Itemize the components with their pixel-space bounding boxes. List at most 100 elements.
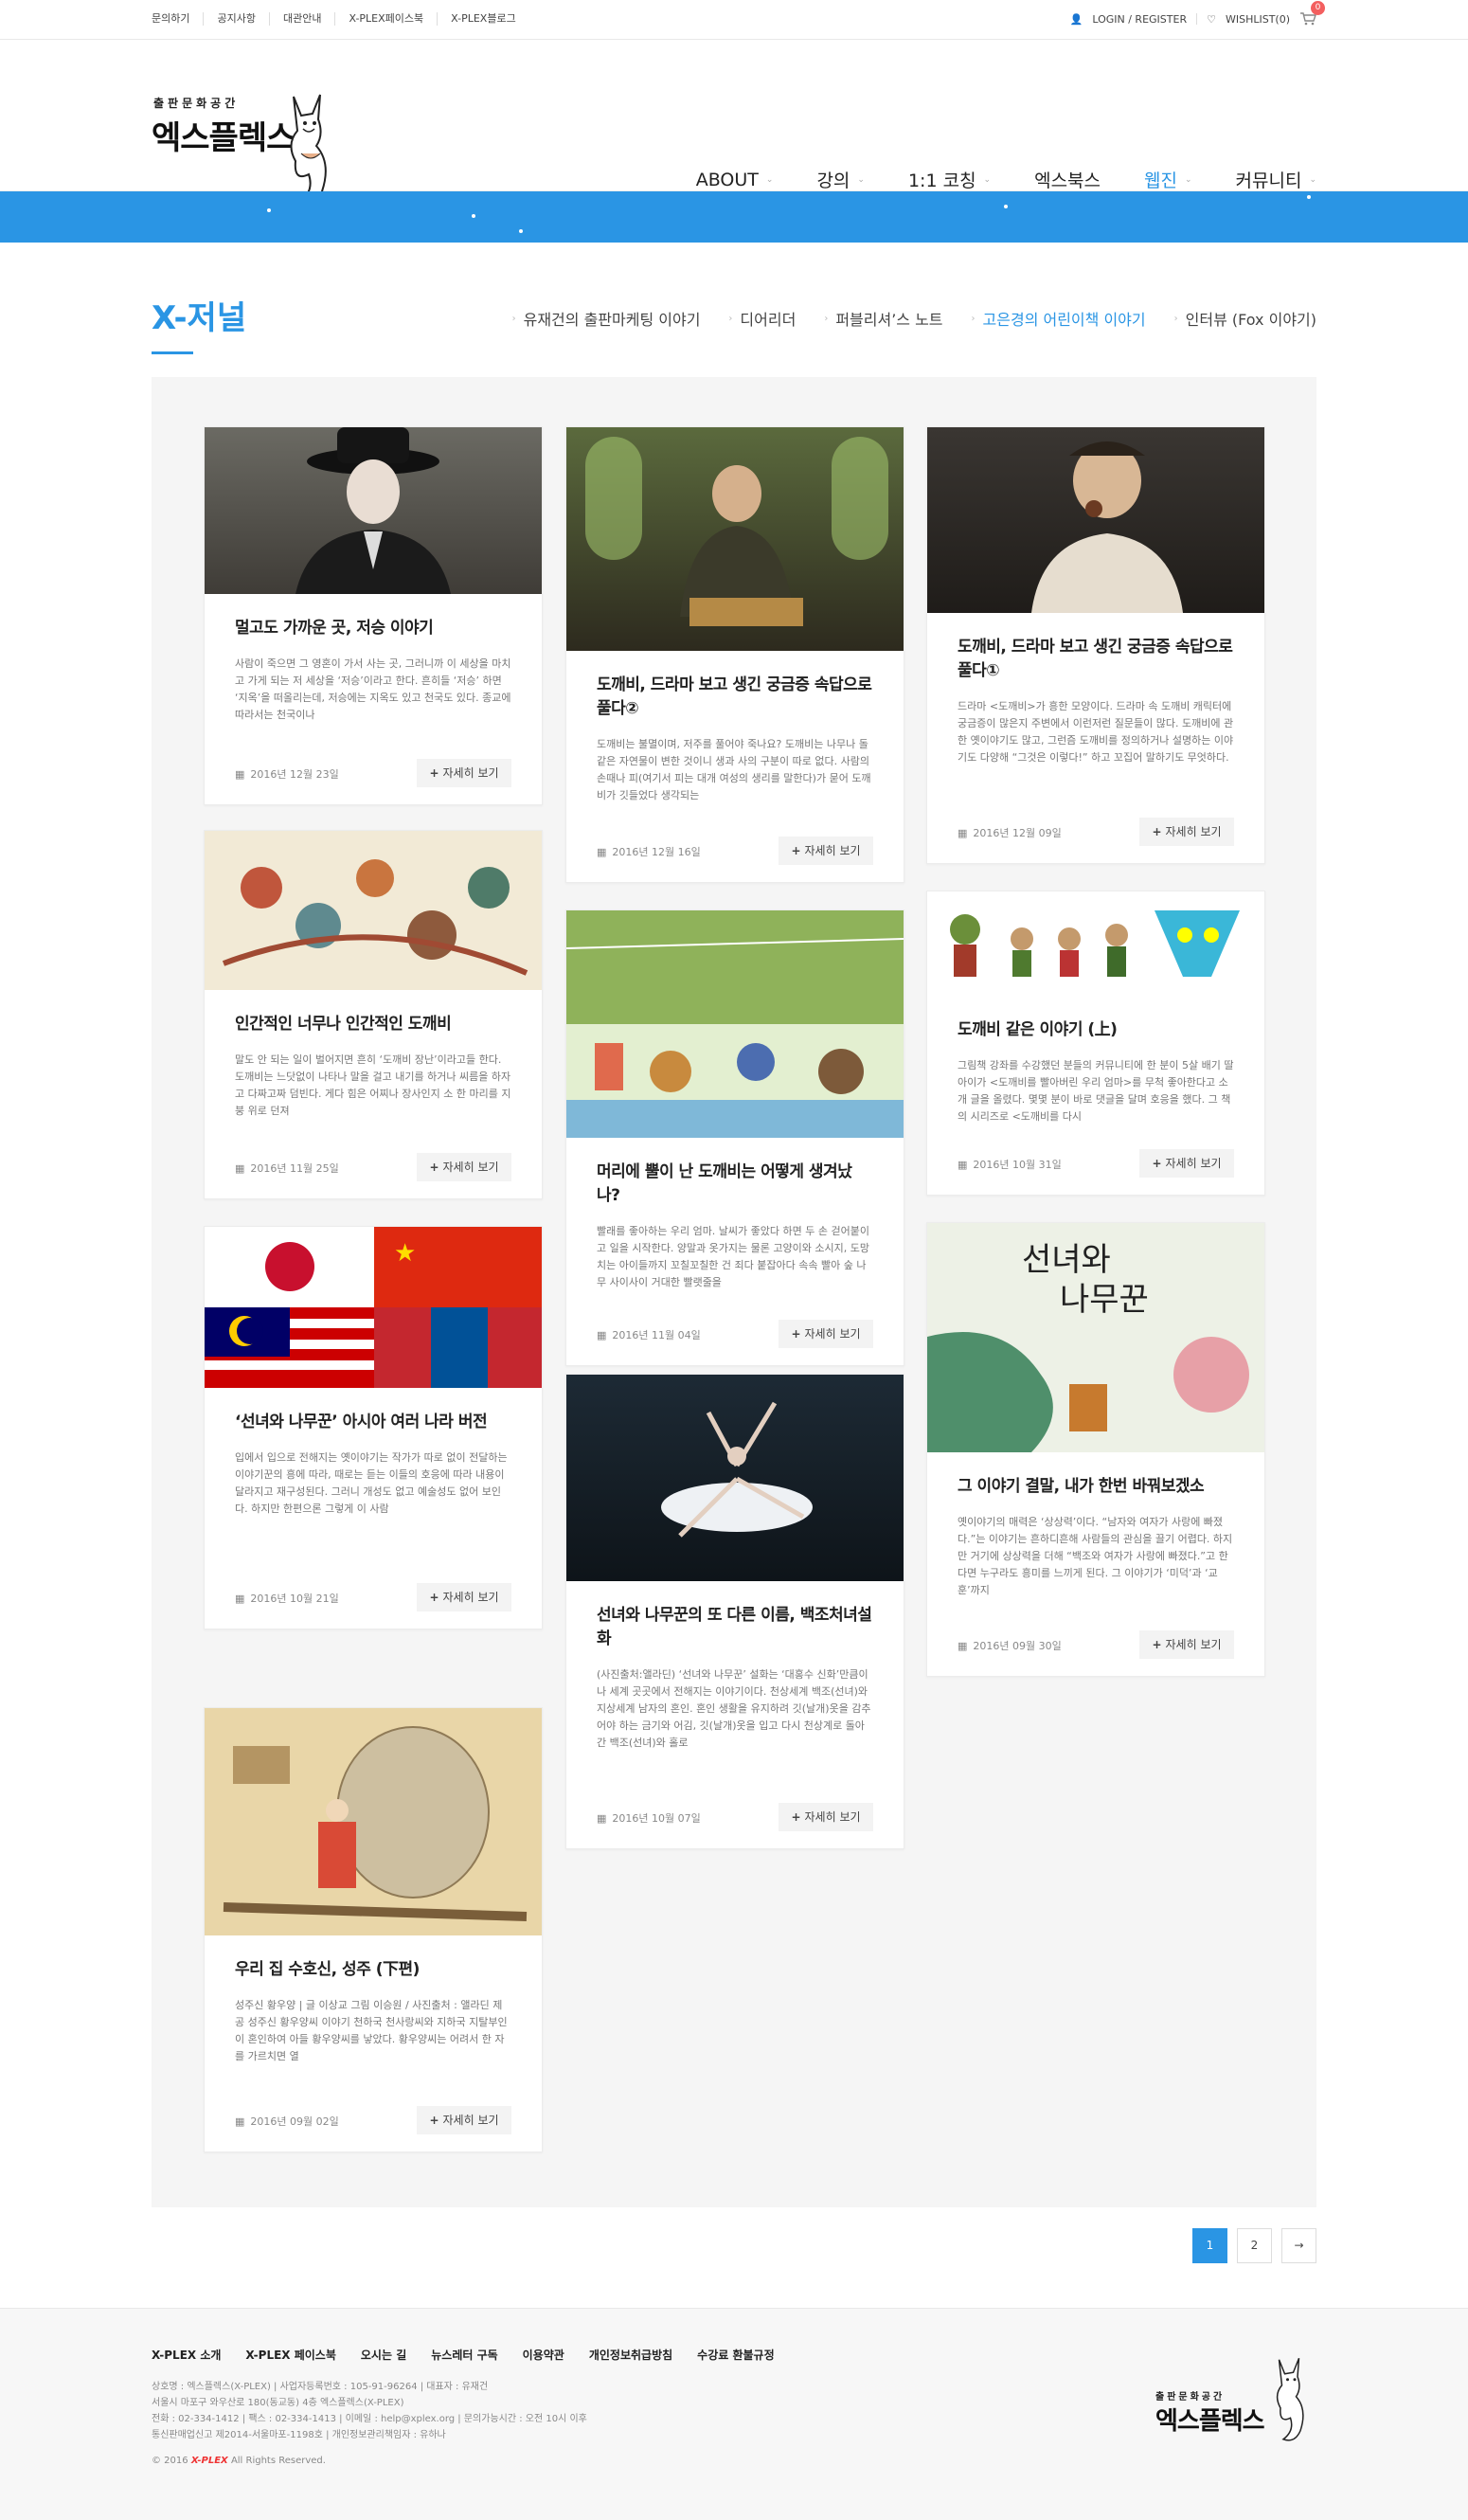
subnav-item-publishers-note[interactable]: › 퍼블리셔’스 노트 xyxy=(824,307,942,330)
nav-item-webzine[interactable]: 웹진 ⌄ xyxy=(1144,167,1192,192)
subnav-item-marketing[interactable]: › 유재건의 출판마케팅 이야기 xyxy=(512,307,701,330)
post-date-text: 2016년 12월 09일 xyxy=(973,827,1062,839)
post-card[interactable]: 멀고도 가까운 곳, 저승 이야기 사람이 죽으면 그 영혼이 가서 사는 곳,… xyxy=(204,426,543,805)
nav-item-about[interactable]: ABOUT ⌄ xyxy=(696,167,774,192)
subnav-label: 인터뷰 (Fox 이야기) xyxy=(1185,311,1316,329)
subnav-item-dear-reader[interactable]: › 디어리더 xyxy=(728,307,796,330)
utility-link-blog[interactable]: X-PLEX블로그 xyxy=(437,12,529,26)
login-register-link[interactable]: LOGIN / REGISTER xyxy=(1092,13,1187,26)
post-thumbnail xyxy=(205,1708,542,1935)
post-title[interactable]: 인간적인 너무나 인간적인 도깨비 xyxy=(235,1013,511,1036)
footer-link-facebook[interactable]: X-PLEX 페이스북 xyxy=(245,2347,335,2363)
post-title[interactable]: 머리에 뿔이 난 도깨비는 어떻게 생겨났나? xyxy=(597,1161,873,1208)
post-thumbnail xyxy=(566,427,904,651)
read-more-button[interactable]: + 자세히 보기 xyxy=(779,837,873,865)
read-more-label: 자세히 보기 xyxy=(804,1810,861,1824)
logo-tagline: 출판문화공간 xyxy=(1155,2392,1226,2403)
footer-link-terms[interactable]: 이용약관 xyxy=(523,2347,564,2363)
post-excerpt: 빨래를 좋아하는 우리 엄마. 날씨가 좋았다 하면 두 손 걷어붙이고 일을 … xyxy=(597,1225,869,1288)
post-card[interactable]: 머리에 뿔이 난 도깨비는 어떻게 생겨났나? 빨래를 좋아하는 우리 엄마. … xyxy=(565,909,904,1366)
post-grid: 멀고도 가까운 곳, 저승 이야기 사람이 죽으면 그 영혼이 가서 사는 곳,… xyxy=(152,377,1316,2207)
goblin-characters-illustration xyxy=(950,910,1240,977)
nav-item-lecture[interactable]: 강의 ⌄ xyxy=(816,167,865,192)
svg-text:나무꾼: 나무꾼 xyxy=(1060,1283,1149,1318)
read-more-button[interactable]: + 자세히 보기 xyxy=(779,1320,873,1348)
post-card[interactable]: 우리 집 수호신, 성주 (下편) 성주신 황우양 | 글 이상교 그림 이승원… xyxy=(204,1707,543,2152)
post-title[interactable]: 도깨비 같은 이야기 (上) xyxy=(958,1018,1234,1042)
footer-link-about[interactable]: X-PLEX 소개 xyxy=(152,2347,221,2363)
man-eating-photo xyxy=(1031,441,1183,613)
read-more-button[interactable]: + 자세히 보기 xyxy=(1139,818,1234,846)
post-title[interactable]: 도깨비, 드라마 보고 생긴 궁금증 속답으로 풀다① xyxy=(958,636,1234,683)
main-navigation: ABOUT ⌄ 강의 ⌄ 1:1 코칭 ⌄ 엑스북스 웹진 ⌄ 커뮤니티 ⌄ xyxy=(696,167,1316,192)
footer-link-privacy[interactable]: 개인정보취급방침 xyxy=(589,2347,672,2363)
footer-link-refund[interactable]: 수강료 환불규정 xyxy=(697,2347,774,2363)
next-page-button[interactable]: → xyxy=(1281,2228,1316,2263)
read-more-label: 자세히 보기 xyxy=(442,1591,499,1604)
post-card[interactable]: 도깨비, 드라마 보고 생긴 궁금증 속답으로 풀다① 드라마 <도깨비>가 흥… xyxy=(926,426,1265,864)
plus-icon: + xyxy=(1152,1638,1162,1651)
read-more-button[interactable]: + 자세히 보기 xyxy=(1139,1630,1234,1659)
post-card[interactable]: ★ ‘선녀와 나무꾼’ 아시아 여러 나라 버전 입에서 입으로 전해지는 옛이… xyxy=(204,1226,543,1629)
footer-logo[interactable]: 출판문화공간 엑스플렉스 xyxy=(1155,2347,1316,2460)
company-info-line: 전화 : 02-334-1412 | 팩스 : 02-334-1413 | 이메… xyxy=(152,2414,587,2424)
footer-link-directions[interactable]: 오시는 길 xyxy=(361,2347,406,2363)
post-date-text: 2016년 10월 31일 xyxy=(973,1159,1062,1171)
heart-icon: ♡ xyxy=(1207,12,1216,26)
site-header: 출판문화공간 엑스플렉스 ABOUT ⌄ 강의 ⌄ 1:1 코칭 ⌄ 엑스북스 웹진 ⌄… xyxy=(0,40,1468,206)
footer-navigation: X-PLEX 소개 X-PLEX 페이스북 오시는 길 뉴스레터 구독 이용약관… xyxy=(152,2347,775,2363)
read-more-button[interactable]: + 자세히 보기 xyxy=(779,1803,873,1831)
plus-icon: + xyxy=(429,766,439,780)
snow-dot xyxy=(267,208,271,212)
plus-icon: + xyxy=(429,2114,439,2127)
calendar-icon: ▦ xyxy=(597,1811,607,1825)
chevron-right-icon: › xyxy=(511,313,516,324)
post-date-text: 2016년 11월 04일 xyxy=(612,1329,701,1341)
read-more-button[interactable]: + 자세히 보기 xyxy=(417,1583,511,1611)
post-body: 도깨비 같은 이야기 (上) 그림책 강좌를 수강했던 분들의 커뮤니티에 한 … xyxy=(927,996,1264,1125)
read-more-label: 자세히 보기 xyxy=(1165,1157,1222,1170)
nav-item-coaching[interactable]: 1:1 코칭 ⌄ xyxy=(908,167,991,192)
chevron-right-icon: › xyxy=(728,313,733,324)
read-more-button[interactable]: + 자세히 보기 xyxy=(417,2106,511,2134)
post-title[interactable]: 멀고도 가까운 곳, 저승 이야기 xyxy=(235,617,511,640)
post-card[interactable]: 선녀와 나무꾼의 또 다른 이름, 백조처녀설화 (사진출처:앨라딘) ‘선녀와… xyxy=(565,1374,904,1849)
utility-link-rental[interactable]: 대관안내 xyxy=(268,12,334,26)
post-card[interactable]: 선녀와 나무꾼 그 이야기 결말, 내가 한번 바꿔보겠소 옛이야기의 매력은 ‘… xyxy=(926,1222,1265,1677)
read-more-button[interactable]: + 자세히 보기 xyxy=(1139,1149,1234,1178)
post-title[interactable]: 우리 집 수호신, 성주 (下편) xyxy=(235,1958,511,1982)
post-card[interactable]: 도깨비 같은 이야기 (上) 그림책 강좌를 수강했던 분들의 커뮤니티에 한 … xyxy=(926,891,1265,1196)
post-card[interactable]: 도깨비, 드라마 보고 생긴 궁금증 속답으로 풀다② 도깨비는 불멸이며, 저… xyxy=(565,426,904,883)
post-card[interactable]: 인간적인 너무나 인간적인 도깨비 말도 안 되는 일이 벌어지면 흔히 ‘도깨… xyxy=(204,830,543,1199)
laundry-mom-illustration xyxy=(566,910,904,1138)
post-title[interactable]: 도깨비, 드라마 보고 생긴 궁금증 속답으로 풀다② xyxy=(597,674,873,721)
read-more-button[interactable]: + 자세히 보기 xyxy=(417,1153,511,1181)
post-date: ▦ 2016년 10월 07일 xyxy=(597,1810,701,1826)
post-title[interactable]: 선녀와 나무꾼의 또 다른 이름, 백조처녀설화 xyxy=(597,1604,873,1651)
subnav-item-childrens-books[interactable]: › 고은경의 어린이책 이야기 xyxy=(972,307,1146,330)
utility-link-facebook[interactable]: X-PLEX페이스북 xyxy=(334,12,437,26)
cart-button[interactable]: 0 xyxy=(1299,1,1325,26)
nav-item-community[interactable]: 커뮤니티 ⌄ xyxy=(1236,167,1316,192)
company-info: 상호명 : 엑스플렉스(X-PLEX) | 사업자등록번호 : 105-91-9… xyxy=(152,2379,587,2443)
page-button-1[interactable]: 1 xyxy=(1192,2228,1227,2263)
utility-link-notice[interactable]: 공지사항 xyxy=(203,12,268,26)
plus-icon: + xyxy=(791,1327,801,1341)
subnav-item-interview[interactable]: › 인터뷰 (Fox 이야기) xyxy=(1174,307,1316,330)
post-title[interactable]: ‘선녀와 나무꾼’ 아시아 여러 나라 버전 xyxy=(235,1411,511,1434)
post-body: 머리에 뿔이 난 도깨비는 어떻게 생겨났나? 빨래를 좋아하는 우리 엄마. … xyxy=(566,1138,904,1291)
read-more-button[interactable]: + 자세히 보기 xyxy=(417,759,511,787)
divider xyxy=(1196,13,1198,25)
post-title[interactable]: 그 이야기 결말, 내가 한번 바꿔보겠소 xyxy=(958,1475,1234,1499)
nav-item-xbooks[interactable]: 엑스북스 xyxy=(1034,167,1101,192)
calendar-icon: ▦ xyxy=(958,1158,968,1171)
wishlist-link[interactable]: WISHLIST(0) xyxy=(1226,13,1290,26)
page-button-2[interactable]: 2 xyxy=(1237,2228,1272,2263)
post-date-text: 2016년 10월 21일 xyxy=(250,1593,339,1605)
post-date: ▦ 2016년 11월 04일 xyxy=(597,1327,701,1342)
post-date-text: 2016년 12월 23일 xyxy=(250,768,339,781)
utility-link-inquiry[interactable]: 문의하기 xyxy=(152,12,203,26)
snow-dot xyxy=(519,229,523,233)
company-info-line: 상호명 : 엑스플렉스(X-PLEX) | 사업자등록번호 : 105-91-9… xyxy=(152,2382,489,2392)
footer-link-newsletter[interactable]: 뉴스레터 구독 xyxy=(431,2347,497,2363)
